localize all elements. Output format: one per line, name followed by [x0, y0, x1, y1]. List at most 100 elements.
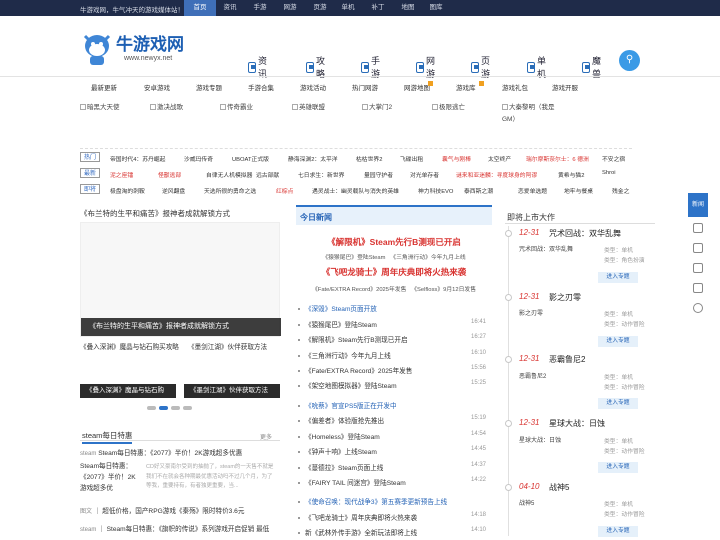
subnav-library[interactable]: 游戏库: [456, 82, 476, 92]
enter-topic-button[interactable]: 进入专题: [598, 526, 638, 537]
subnav-events[interactable]: 游戏活动: [300, 82, 326, 92]
sub-link[interactable]: 《Selfloss》9月12日发售: [411, 287, 476, 293]
keyword-link[interactable]: 极盘淘的刺鞍: [110, 186, 145, 195]
gift-icon[interactable]: [693, 263, 703, 273]
more-link[interactable]: 更多: [260, 432, 272, 441]
keyword-link[interactable]: 太空终产: [488, 154, 511, 163]
left-top-link[interactable]: 《布兰特的生平和痛苦》报神者成就解锁方式: [80, 208, 280, 219]
keyword-link[interactable]: 逆风翻盘: [162, 186, 185, 195]
keyword-link[interactable]: 遇灵战士：幽灵载队与消失的英雄: [312, 186, 399, 195]
keyword-link[interactable]: 泥之座镭: [110, 170, 133, 179]
pic-link[interactable]: 《墨剑江湖》伙伴获取方法: [188, 342, 284, 353]
sub-link[interactable]: 《猿猴尾巴》登陆Steam: [322, 255, 385, 261]
keyword-link[interactable]: 帝国时代4：苏丹崛起: [110, 154, 165, 163]
steam-thumb[interactable]: Steam每日特惠：《2077》半价！2K游戏超多优: [80, 461, 142, 494]
news-item[interactable]: 《使命召唤：现代战争3》第五赛季更新预告上线: [296, 496, 492, 507]
sub-link[interactable]: 《Fate/EXTRA Record》2025年发售: [312, 287, 406, 293]
game-name[interactable]: 战神5: [549, 482, 569, 493]
thumb-link-cont[interactable]: GM）: [502, 113, 519, 123]
featured-image[interactable]: 《布兰特的生平和痛苦》报神者成就解锁方式: [80, 222, 281, 337]
keyword-link[interactable]: 静海深渊2：太平洋: [288, 154, 338, 163]
topbar-link-single[interactable]: 单机: [334, 0, 362, 16]
headline-2[interactable]: 《飞吧龙骑士》周年庆典即将火热来袭: [296, 266, 492, 278]
keyword-link[interactable]: 谜来和亚迷麟：寻度球身的阿谬: [456, 170, 537, 179]
keyword-link[interactable]: 沙威玛传奇: [184, 154, 213, 163]
game-name[interactable]: 影之刃零: [549, 292, 581, 303]
news-item[interactable]: 《钟声十响》上线Steam 14:45: [296, 446, 492, 457]
enter-topic-button[interactable]: 进入专题: [598, 336, 638, 347]
subnav-hot-online[interactable]: 热门网游: [352, 82, 378, 92]
news-item[interactable]: 《深毁》Steam页面开放: [296, 303, 492, 314]
news-item[interactable]: 《飞吧龙骑士》周年庆典即将火热来袭 14:18: [296, 512, 492, 523]
topbar-link-home[interactable]: 首页: [184, 0, 216, 16]
news-item[interactable]: 《偏差者》体验版抢先推出 15:19: [296, 415, 492, 426]
slide-caption[interactable]: 《墨剑江湖》伙伴获取方法: [184, 384, 280, 398]
news-item[interactable]: 《Fate/EXTRA Record》2025年发售 15:56: [296, 365, 492, 376]
game-thumb[interactable]: 咒术回战：双华乱舞: [519, 244, 573, 253]
phone-icon[interactable]: [693, 243, 703, 253]
news-item[interactable]: 《架空地图模拟器》登陆Steam 15:25: [296, 380, 492, 391]
news-item[interactable]: 《FAIRY TAIL 间迷宫》登陆Steam 14:22: [296, 477, 492, 488]
steam-item[interactable]: steam ｜ Steam每日特惠：《旗帜的传说》系列游戏开启促销 最低: [80, 523, 269, 533]
thumb-link[interactable]: 极限逃亡: [432, 101, 465, 111]
thumb-link[interactable]: 大秦黎明（我是: [502, 101, 555, 111]
subnav-latest[interactable]: 最新更新: [91, 82, 117, 92]
game-name[interactable]: 恶霸鲁尼2: [549, 354, 585, 365]
news-item[interactable]: 《解限机》Steam先行B测现已开启 16:27: [296, 334, 492, 345]
subnav-servers[interactable]: 游戏开服: [552, 82, 578, 92]
game-name[interactable]: 咒术回战：双华乱舞: [549, 228, 621, 239]
keyword-link[interactable]: UBOAT正式版: [232, 154, 269, 163]
thumb-link[interactable]: 英雄联盟: [292, 101, 325, 111]
game-thumb[interactable]: 影之刃零: [519, 308, 543, 317]
keyword-link[interactable]: Shroi: [602, 170, 616, 176]
keyword-link[interactable]: 恋爱单选题: [518, 186, 547, 195]
topbar-link-gallery[interactable]: 图库: [422, 0, 450, 16]
keyword-link[interactable]: 七日求生：新世界: [298, 170, 344, 179]
steam-item[interactable]: 图文 ｜ 超低价格，国产RPG游戏《秦殇》限时特价3.6元: [80, 505, 244, 515]
game-name[interactable]: 星球大战：日蚀: [549, 418, 605, 429]
keyword-link[interactable]: 自律无人机模拟器: [206, 170, 252, 179]
topbar-link-web[interactable]: 页游: [306, 0, 334, 16]
topbar-link-patch[interactable]: 补丁: [364, 0, 392, 16]
game-thumb[interactable]: 战神5: [519, 498, 534, 507]
enter-topic-button[interactable]: 进入专题: [598, 398, 638, 409]
slide-caption[interactable]: 《叠入深渊》魔晶与钻石购: [80, 384, 176, 398]
site-logo[interactable]: 牛游戏网 www.newyx.net: [80, 28, 190, 76]
search-button[interactable]: ⚲: [619, 50, 640, 71]
subnav-topics[interactable]: 游戏专题: [196, 82, 222, 92]
keyword-link[interactable]: 枯枯世界2: [356, 154, 382, 163]
pic-link[interactable]: 《叠入深渊》魔晶与钻石购买攻略: [80, 342, 180, 353]
back-to-top-icon[interactable]: [693, 303, 703, 313]
carousel-dot[interactable]: [147, 406, 156, 410]
thumb-link[interactable]: 传奇霸业: [220, 101, 253, 111]
thumb-link[interactable]: 激决战歌: [150, 101, 183, 111]
keyword-link[interactable]: 囊气与刚棒: [442, 154, 471, 163]
carousel-dot[interactable]: [183, 406, 192, 410]
topbar-link-mobile[interactable]: 手游: [246, 0, 274, 16]
keyword-link[interactable]: 神力科技EVO: [418, 186, 453, 195]
news-item[interactable]: 《吮蔡》官宣PS5版正在开发中: [296, 400, 492, 411]
keyword-link[interactable]: 泰西斯之潮: [464, 186, 493, 195]
subnav-android[interactable]: 安卓游戏: [144, 82, 170, 92]
enter-topic-button[interactable]: 进入专题: [598, 462, 638, 473]
sub-link[interactable]: 《三角洲行动》今年九月上线: [390, 255, 465, 261]
game-thumb[interactable]: 恶霸鲁尼2: [519, 371, 546, 380]
news-item[interactable]: 《Homeless》登陆Steam 14:54: [296, 431, 492, 442]
keyword-link[interactable]: 飞碟出租: [400, 154, 423, 163]
carousel-dot-active[interactable]: [159, 406, 168, 410]
carousel-dot[interactable]: [171, 406, 180, 410]
headset-icon[interactable]: [693, 223, 703, 233]
subnav-maps[interactable]: 网游地图: [404, 82, 430, 92]
news-item[interactable]: 《蔓德拉》Steam页面上线 14:37: [296, 462, 492, 473]
topbar-link-map[interactable]: 地图: [394, 0, 422, 16]
topbar-link-news[interactable]: 资讯: [216, 0, 244, 16]
keyword-link[interactable]: 怪獸逃部: [158, 170, 181, 179]
keyword-link[interactable]: 残金之: [612, 186, 629, 195]
headline-1[interactable]: 《解限机》Steam先行B测现已开启: [296, 236, 492, 248]
keyword-link[interactable]: 红棕点: [276, 186, 293, 195]
thumb-link[interactable]: 大掌门2: [362, 101, 392, 111]
thumb-link[interactable]: 暗黑大天使: [80, 101, 120, 111]
steam-item[interactable]: steam Steam每日特惠：《2077》半价！2K游戏超多优惠: [80, 447, 242, 457]
enter-topic-button[interactable]: 进入专题: [598, 272, 638, 283]
topbar-link-online[interactable]: 网游: [276, 0, 304, 16]
